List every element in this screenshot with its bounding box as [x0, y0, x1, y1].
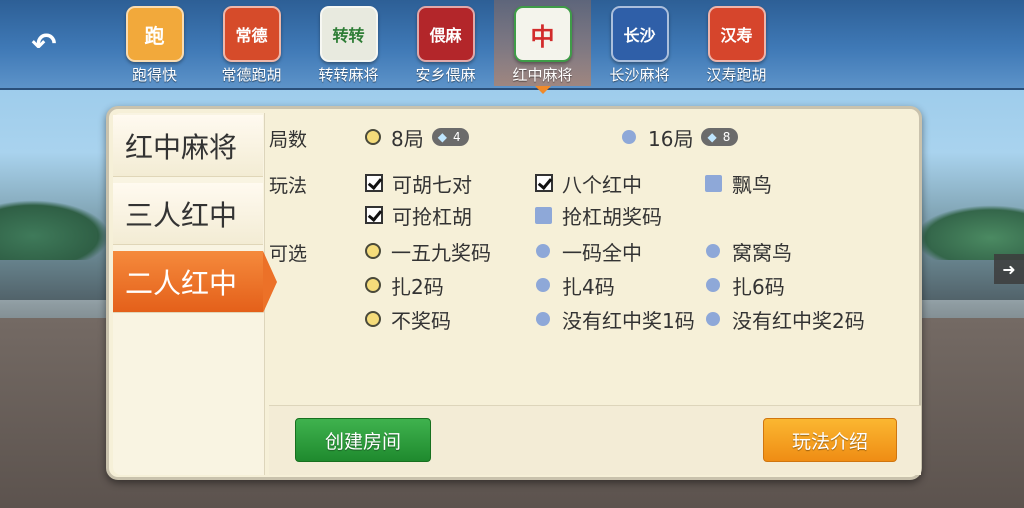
panel-footer: 创建房间 玩法介绍: [269, 405, 921, 475]
option-label: 没有红中奖1码: [562, 308, 695, 333]
radio-unselected-icon: [536, 278, 550, 292]
radio-unselected-icon: [536, 244, 550, 258]
option-label: 八个红中: [562, 172, 642, 197]
variant-sidebar: 红中麻将 三人红中 二人红中: [113, 113, 277, 475]
option-label: 16局: [648, 126, 694, 151]
top-bar: ↶ 跑 跑得快 常德 常德跑胡 转转 转转麻将 偎麻 安乡偎麻 中 红中麻将 长…: [0, 0, 1024, 94]
rule-option-piaoniao[interactable]: 飘鸟: [705, 169, 772, 197]
game-tab-changde-paohu[interactable]: 常德 常德跑胡: [203, 0, 300, 86]
cost-badge: ◆ 8: [701, 128, 739, 146]
radio-selected-icon: [365, 243, 381, 259]
optional-no-hongzhong-2ma[interactable]: 没有红中奖2码: [705, 305, 865, 333]
option-label: 不奖码: [391, 308, 451, 333]
rule-option-qidui[interactable]: 可胡七对: [365, 169, 472, 197]
diamond-icon: ◆: [707, 130, 717, 144]
option-label: 窝窝鸟: [732, 240, 792, 265]
checkbox-checked-icon: [365, 206, 383, 224]
game-label: 转转麻将: [318, 66, 379, 84]
radio-unselected-icon: [706, 312, 720, 326]
rule-option-eight-hongzhong[interactable]: 八个红中: [535, 169, 642, 197]
variant-tab-three-player[interactable]: 三人红中: [113, 183, 263, 245]
checkbox-unchecked-icon: [705, 174, 722, 192]
rules-label: 玩法: [269, 175, 308, 197]
game-label: 红中麻将: [512, 66, 573, 84]
optional-bujiangma[interactable]: 不奖码: [365, 305, 451, 333]
create-room-panel: 红中麻将 三人红中 二人红中 局数 8局 ◆ 4 16局 ◆ 8 玩法 可胡七对 八…: [106, 106, 922, 480]
game-tab-anxiang-weima[interactable]: 偎麻 安乡偎麻: [397, 0, 494, 86]
radio-selected-icon: [365, 277, 381, 293]
game-label: 常德跑胡: [221, 66, 282, 84]
game-label: 跑得快: [131, 66, 177, 84]
game-tabs: 跑 跑得快 常德 常德跑胡 转转 转转麻将 偎麻 安乡偎麻 中 红中麻将 长沙 …: [106, 0, 785, 94]
optional-zha2ma[interactable]: 扎2码: [365, 271, 444, 299]
option-label: 扎2码: [391, 274, 444, 299]
option-label: 扎6码: [732, 274, 785, 299]
optional-yima-quanzhong[interactable]: 一码全中: [535, 237, 642, 265]
rounds-option-8[interactable]: 8局 ◆ 4: [365, 123, 469, 151]
optional-zha6ma[interactable]: 扎6码: [705, 271, 785, 299]
game-tab-hongzhong-majiang[interactable]: 中 红中麻将: [494, 0, 591, 94]
checkbox-checked-icon: [535, 174, 553, 192]
game-tab-hanshou-paohu[interactable]: 汉寿 汉寿跑胡: [688, 0, 785, 86]
game-tab-changsha-majiang[interactable]: 长沙 长沙麻将: [591, 0, 688, 86]
back-arrow-icon[interactable]: ↶: [22, 26, 66, 62]
optional-wowoniao[interactable]: 窝窝鸟: [705, 237, 792, 265]
cost-value: 8: [722, 130, 731, 144]
game-icon-hongzhong: 中: [513, 6, 572, 62]
radio-unselected-icon: [706, 278, 720, 292]
option-label: 一码全中: [562, 240, 642, 265]
option-label: 可抢杠胡: [392, 204, 472, 229]
rounds-label: 局数: [269, 129, 308, 151]
game-label: 汉寿跑胡: [706, 66, 767, 84]
option-label: 飘鸟: [732, 172, 772, 197]
radio-unselected-icon: [536, 312, 550, 326]
option-label: 没有红中奖2码: [732, 308, 865, 333]
optional-no-hongzhong-1ma[interactable]: 没有红中奖1码: [535, 305, 695, 333]
checkbox-checked-icon: [365, 174, 383, 192]
rule-option-qiangganghu[interactable]: 可抢杠胡: [365, 201, 472, 229]
optional-label: 可选: [269, 243, 308, 265]
game-tab-zhuanzhuan-majiang[interactable]: 转转 转转麻将: [300, 0, 397, 86]
option-label: 可胡七对: [392, 172, 472, 197]
game-icon-hanshou: 汉寿: [707, 6, 766, 62]
game-icon-changsha: 长沙: [610, 6, 669, 62]
background-trees-right: [914, 205, 1024, 260]
optional-yiwujiu[interactable]: 一五九奖码: [365, 237, 491, 265]
game-icon-anxiang-weima: 偎麻: [416, 6, 475, 62]
game-label: 长沙麻将: [609, 66, 670, 84]
diamond-icon: ◆: [437, 130, 447, 144]
option-label: 8局: [391, 126, 424, 151]
radio-unselected-icon: [622, 130, 636, 144]
arrow-right-icon[interactable]: ➜: [994, 254, 1024, 284]
rules-intro-button[interactable]: 玩法介绍: [763, 418, 897, 462]
rule-option-qiangganghu-jiangma[interactable]: 抢杠胡奖码: [535, 201, 662, 229]
radio-selected-icon: [365, 311, 381, 327]
option-label: 抢杠胡奖码: [562, 204, 662, 229]
game-icon-paodekuai: 跑: [125, 6, 184, 62]
options-area: 局数 8局 ◆ 4 16局 ◆ 8 玩法 可胡七对 八个红中 飘鸟 可抢杠胡 抢…: [269, 113, 921, 409]
game-icon-changde-paohu: 常德: [222, 6, 281, 62]
background-trees-left: [0, 200, 110, 260]
rounds-option-16[interactable]: 16局 ◆ 8: [621, 123, 739, 151]
radio-selected-icon: [365, 129, 381, 145]
option-label: 扎4码: [562, 274, 615, 299]
optional-zha4ma[interactable]: 扎4码: [535, 271, 615, 299]
cost-value: 4: [452, 130, 461, 144]
game-tab-paodekuai[interactable]: 跑 跑得快: [106, 0, 203, 86]
option-label: 一五九奖码: [391, 240, 491, 265]
game-icon-zhuanzhuan: 转转: [319, 6, 378, 62]
radio-unselected-icon: [706, 244, 720, 258]
checkbox-unchecked-icon: [535, 206, 552, 224]
game-label: 安乡偎麻: [415, 66, 476, 84]
create-room-button[interactable]: 创建房间: [295, 418, 431, 462]
cost-badge: ◆ 4: [431, 128, 469, 146]
variant-tab-hongzhong-majiang[interactable]: 红中麻将: [113, 115, 263, 177]
variant-tab-two-player[interactable]: 二人红中: [113, 251, 277, 313]
